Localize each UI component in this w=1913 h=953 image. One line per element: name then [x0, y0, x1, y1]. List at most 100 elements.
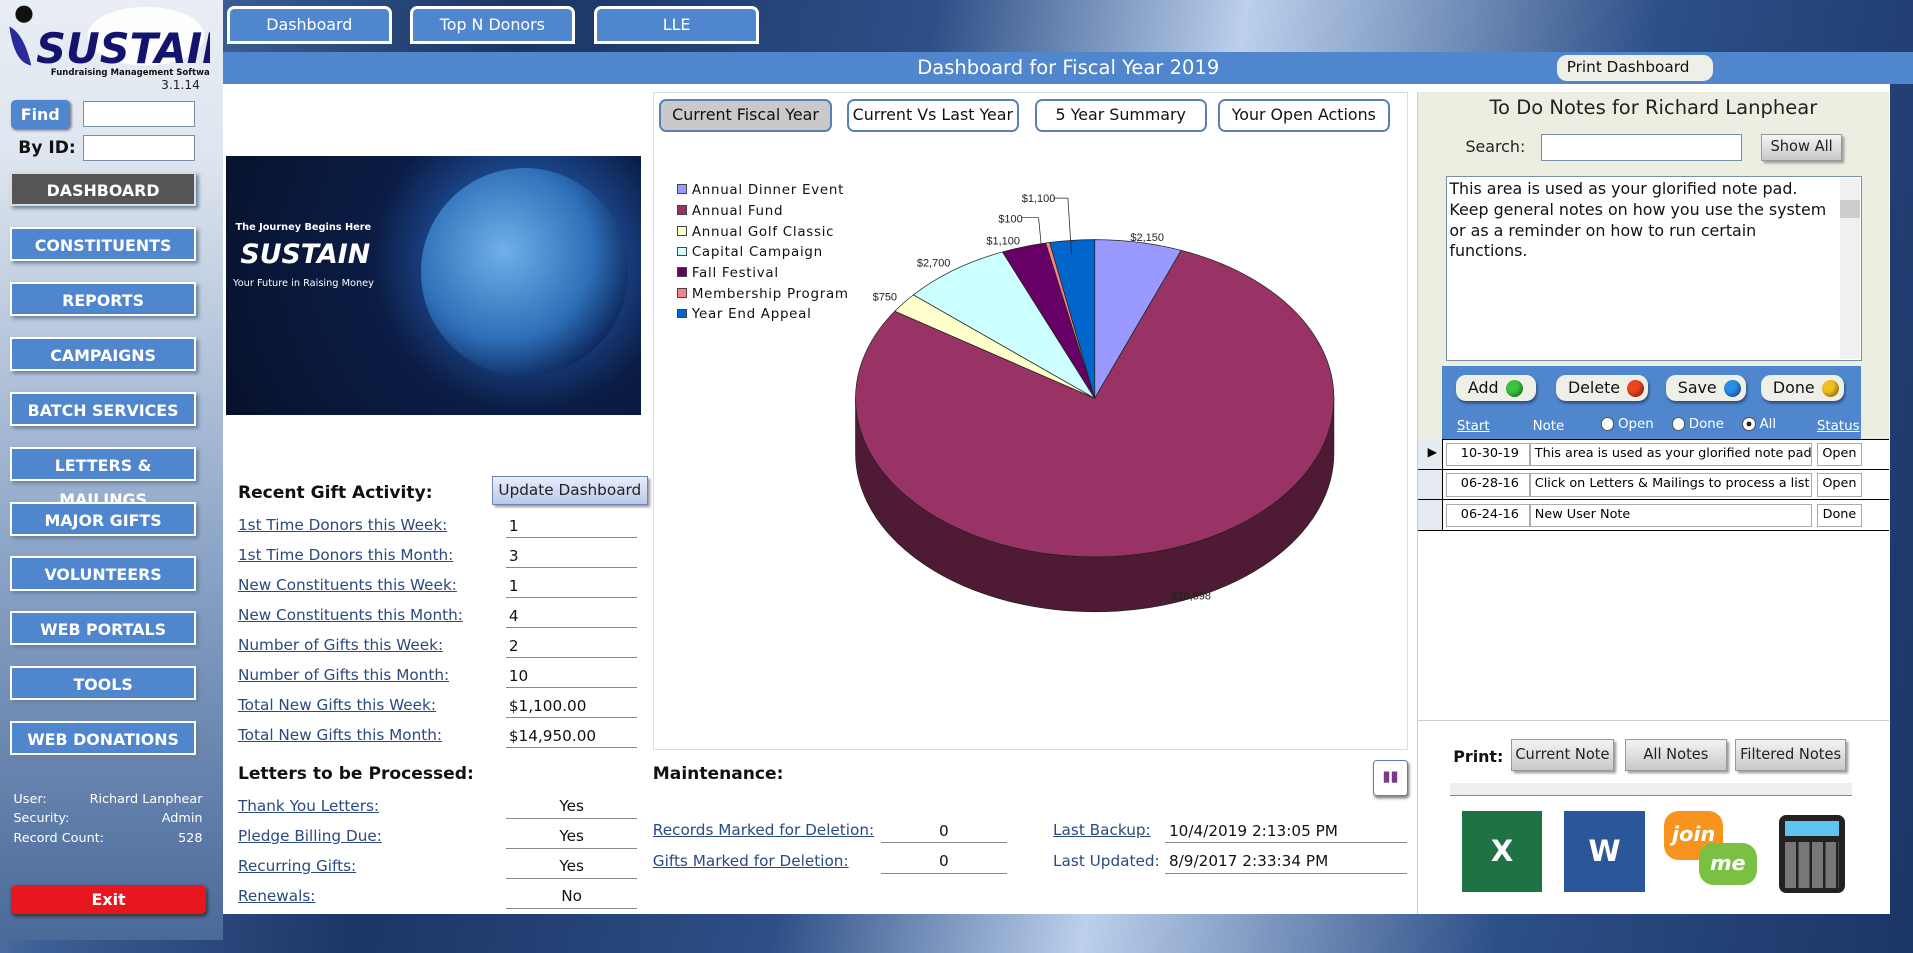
recent-link-total-new-gifts-this-month[interactable]: Total New Gifts this Month: [238, 726, 442, 744]
sidebar-item-batch-services[interactable]: BATCH SERVICES [9, 391, 197, 426]
start-column-header[interactable]: Start [1457, 419, 1490, 434]
delete-ball-icon [1627, 379, 1645, 397]
filter-all-radio[interactable]: All [1742, 417, 1776, 432]
security-info: Security: Admin [13, 811, 202, 826]
find-input[interactable] [82, 101, 196, 127]
print-filtered-notes-button[interactable]: Filtered Notes [1735, 739, 1847, 772]
print-current-note-button[interactable]: Current Note [1510, 739, 1615, 772]
svg-text:Fundraising Management Softwar: Fundraising Management Software [51, 69, 210, 78]
filter-done-radio[interactable]: Done [1671, 417, 1724, 432]
sidebar-item-dashboard[interactable]: DASHBOARD [9, 172, 197, 207]
print-dashboard-button[interactable]: Print Dashboard [1556, 54, 1714, 102]
delete-note-button[interactable]: Delete [1555, 374, 1649, 402]
app-window: SUSTAIN Fundraising Management Software … [0, 0, 1913, 953]
notes-search-input[interactable] [1541, 134, 1743, 162]
sidebar-item-web-donations[interactable]: WEB DONATIONS [9, 721, 197, 756]
maint-link-records-marked-for-deletion[interactable]: Records Marked for Deletion: [653, 821, 874, 839]
excel-icon[interactable]: X [1461, 811, 1543, 892]
show-all-button[interactable]: Show All [1760, 134, 1843, 162]
recent-link-1st-time-donors-this-month[interactable]: 1st Time Donors this Month: [238, 546, 453, 564]
word-icon[interactable]: W [1564, 811, 1645, 892]
sidebar-item-volunteers[interactable]: VOLUNTEERS [9, 556, 197, 591]
hero-subtitle: Your Future in Raising Money [233, 278, 374, 290]
pie-data-label: $2,150 [1130, 231, 1164, 243]
note-summary[interactable]: This area is used as your glorified note… [1530, 442, 1812, 467]
letters-title: Letters to be Processed: [237, 763, 474, 784]
user-value: Richard Lanphear [89, 791, 203, 807]
print-all-notes-button[interactable]: All Notes [1625, 739, 1727, 772]
tab-dashboard[interactable]: Dashboard [226, 6, 392, 44]
filter-open-radio[interactable]: Open [1600, 417, 1654, 432]
add-note-button[interactable]: Add [1455, 374, 1537, 402]
note-summary[interactable]: Click on Letters & Mailings to process a… [1530, 473, 1812, 497]
last-backup-label[interactable]: Last Backup: [1053, 821, 1151, 839]
letters-link-renewals[interactable]: Renewals: [238, 887, 315, 905]
note-start[interactable]: 06-24-16 [1445, 503, 1531, 528]
letters-link-pledge-billing-due[interactable]: Pledge Billing Due: [238, 827, 382, 845]
recent-link-1st-time-donors-this-week[interactable]: 1st Time Donors this Week: [238, 516, 447, 534]
pie-data-label: $1,100 [986, 235, 1020, 247]
note-status[interactable]: Open [1816, 442, 1863, 467]
security-label: Security: [13, 811, 70, 827]
pie-chart: $2,150$28,598$750$2,700$1,100$100$1,100 [854, 192, 1335, 612]
save-ball-icon [1724, 379, 1742, 397]
letters-link-thank-you-letters[interactable]: Thank You Letters: [238, 797, 379, 815]
note-start[interactable]: 10-30-19 [1445, 442, 1531, 467]
record-count-value: 528 [178, 830, 203, 846]
note-status[interactable]: Open [1816, 473, 1863, 497]
done-ball-icon [1821, 379, 1840, 397]
hero-brand: SUSTAIN [240, 239, 371, 271]
pie-data-label: $750 [872, 291, 896, 303]
sidebar-item-tools[interactable]: TOOLS [9, 666, 197, 701]
sidebar-item-letters-mailings[interactable]: LETTERS & MAILINGS [9, 446, 197, 509]
chart-icon-button[interactable]: ▮▮ [1372, 760, 1409, 796]
todo-title: To Do Notes for Richard Lanphear [1489, 96, 1818, 120]
recent-value: 4 [506, 604, 637, 629]
maint-value: 0 [880, 849, 1007, 874]
recent-link-new-constituents-this-month[interactable]: New Constituents this Month: [238, 606, 463, 624]
letters-value: Yes [506, 794, 637, 819]
by-id-input[interactable] [82, 135, 196, 162]
version-label: 3.1.14 [161, 78, 200, 93]
sidebar-item-constituents[interactable]: CONSTITUENTS [9, 226, 197, 262]
status-column-header[interactable]: Status [1817, 419, 1860, 434]
update-dashboard-button[interactable]: Update Dashboard [491, 475, 648, 506]
sidebar-item-reports[interactable]: REPORTS [9, 281, 197, 317]
find-button[interactable]: Find [10, 100, 70, 130]
recent-link-new-constituents-this-week[interactable]: New Constituents this Week: [238, 576, 457, 594]
sidebar-item-major-gifts[interactable]: MAJOR GIFTS [9, 501, 197, 536]
recent-gift-title: Recent Gift Activity: [237, 483, 433, 504]
pie-data-label: $100 [998, 213, 1022, 225]
note-column-header: Note [1532, 418, 1565, 434]
recent-link-number-of-gifts-this-month[interactable]: Number of Gifts this Month: [238, 666, 449, 684]
by-id-label: By ID: [18, 137, 76, 158]
user-info: User: Richard Lanphear [13, 792, 202, 807]
exit-button[interactable]: Exit [10, 884, 207, 914]
sidebar-item-campaigns[interactable]: CAMPAIGNS [9, 336, 197, 371]
joinme-icon[interactable]: join me [1664, 811, 1758, 892]
done-note-button[interactable]: Done [1760, 374, 1844, 402]
recent-link-number-of-gifts-this-week[interactable]: Number of Gifts this Week: [238, 636, 443, 654]
tab-lle[interactable]: LLE [594, 6, 759, 44]
sustain-logo: SUSTAIN Fundraising Management Software [9, 6, 210, 78]
note-scrollbar[interactable] [1840, 177, 1860, 359]
letters-link-recurring-gifts[interactable]: Recurring Gifts: [238, 857, 356, 875]
last-updated-value: 8/9/2017 2:33:34 PM [1165, 849, 1407, 874]
save-note-button[interactable]: Save [1665, 374, 1747, 402]
recent-value: 1 [506, 574, 637, 599]
recent-value: 3 [506, 544, 637, 569]
note-start[interactable]: 06-28-16 [1445, 473, 1531, 497]
recent-value: 1 [506, 514, 637, 539]
letters-value: Yes [506, 824, 637, 849]
letters-value: No [506, 884, 637, 909]
print-label: Print: [1453, 746, 1504, 766]
maintenance-title: Maintenance: [652, 763, 784, 784]
sidebar-item-web-portals[interactable]: WEB PORTALS [9, 611, 197, 646]
recent-link-total-new-gifts-this-week[interactable]: Total New Gifts this Week: [238, 696, 436, 714]
maint-link-gifts-marked-for-deletion[interactable]: Gifts Marked for Deletion: [653, 852, 849, 870]
note-textarea[interactable]: This area is used as your glorified note… [1445, 175, 1862, 362]
calculator-icon[interactable] [1779, 815, 1845, 894]
note-summary[interactable]: New User Note [1530, 503, 1812, 528]
tab-top-n-donors[interactable]: Top N Donors [409, 6, 575, 44]
note-status[interactable]: Done [1816, 503, 1863, 528]
